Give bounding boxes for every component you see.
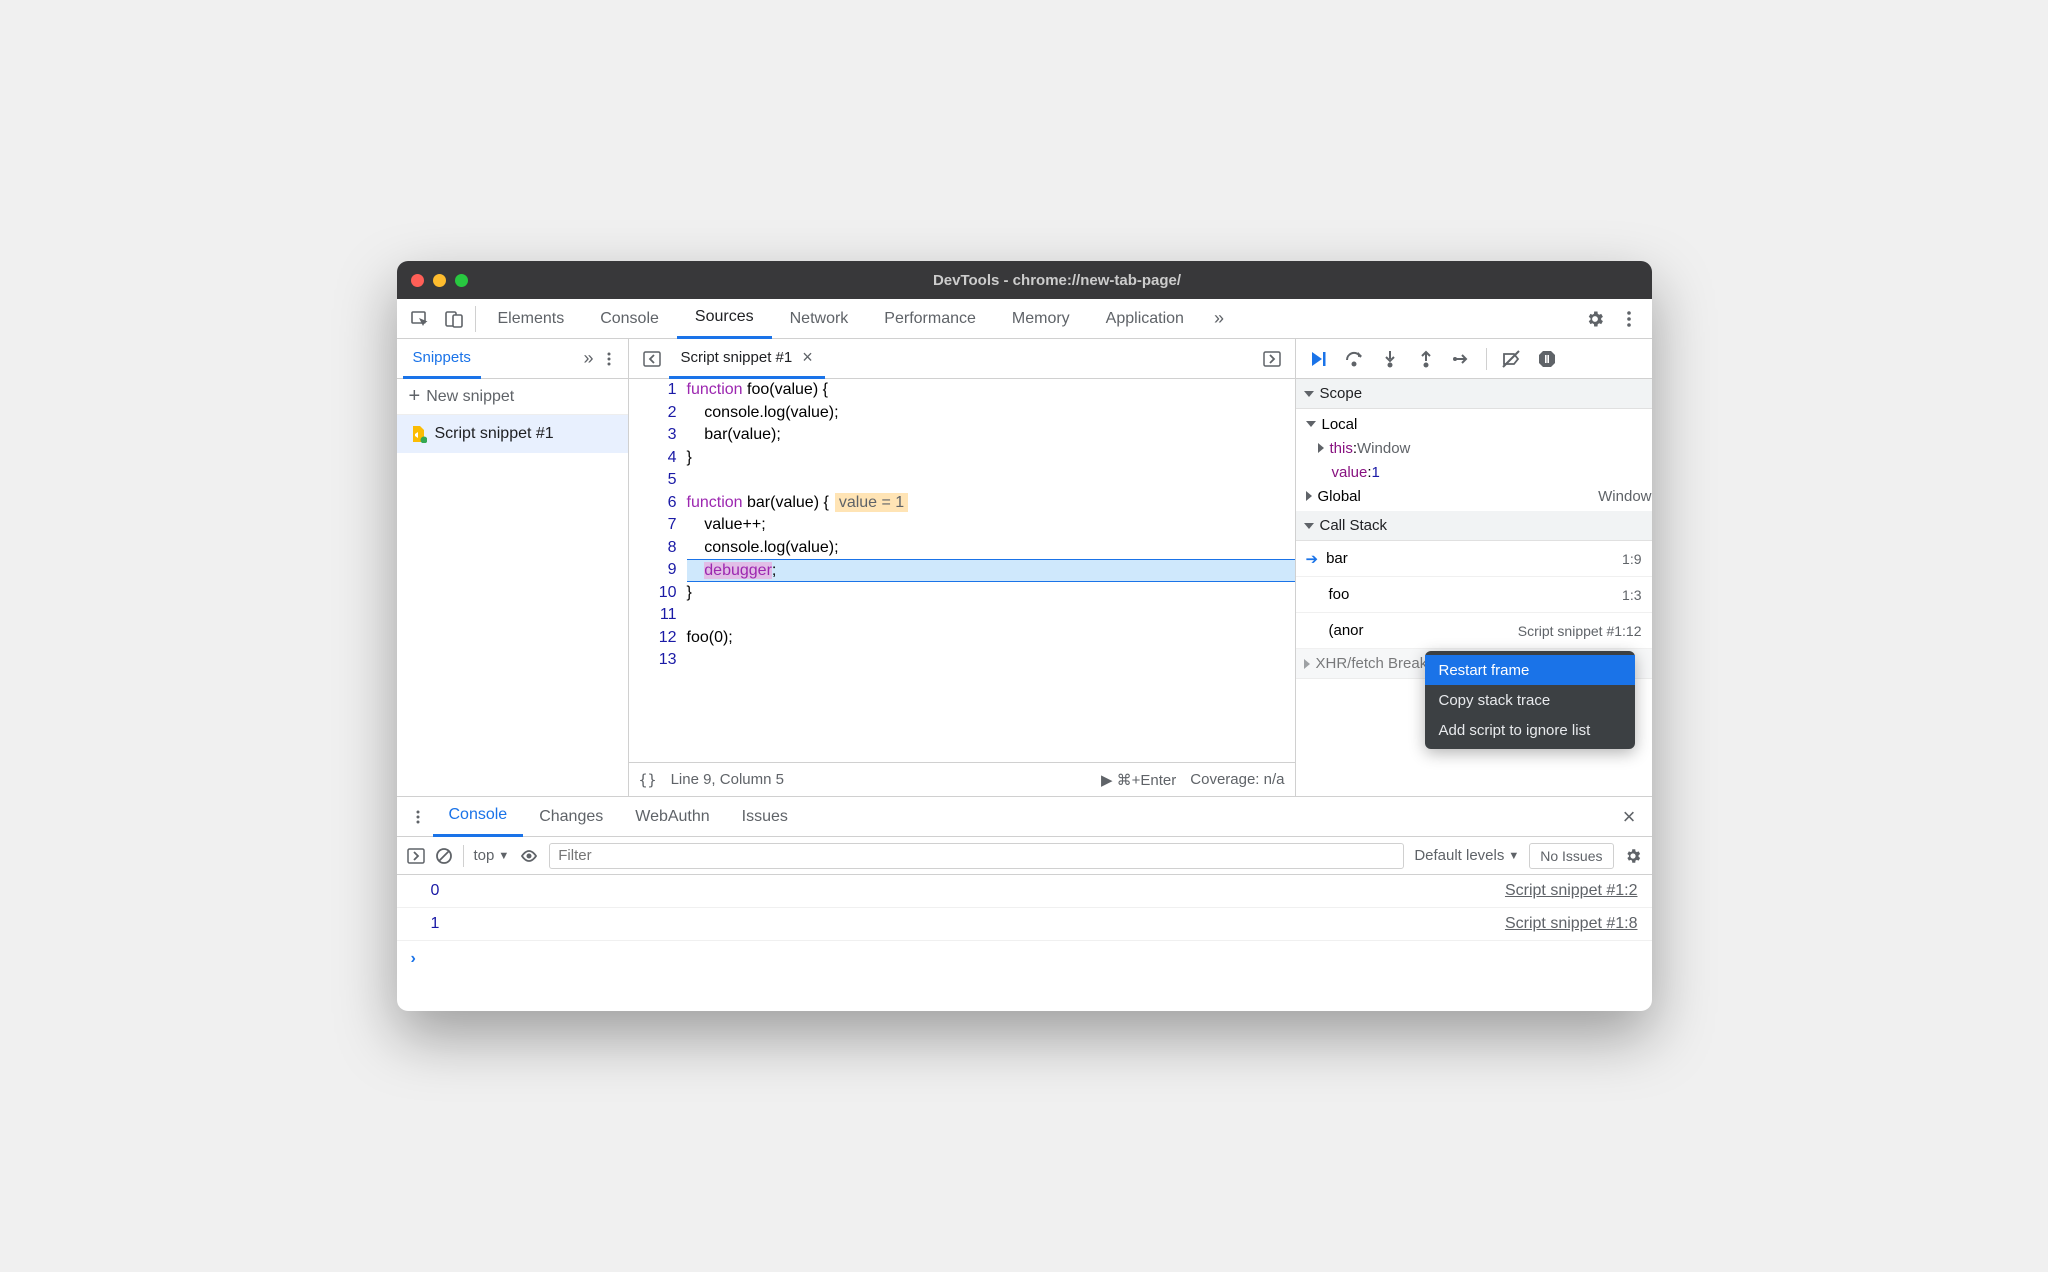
stack-frame-foo[interactable]: foo1:3 [1296,577,1652,613]
inline-value-badge: value = 1 [835,493,908,512]
main-tab-bar: Elements Console Sources Network Perform… [397,299,1652,339]
scope-this[interactable]: this: Window [1296,436,1652,460]
drawer-tab-changes[interactable]: Changes [523,797,619,837]
ctx-restart-frame[interactable]: Restart frame [1425,655,1635,685]
inspect-element-icon[interactable] [403,299,437,339]
pause-on-exceptions-button[interactable] [1533,345,1561,373]
code-body: function foo(value) { console.log(value)… [687,379,1295,762]
console-prompt[interactable]: › [397,941,1652,977]
console-settings-gear-icon[interactable] [1624,847,1642,865]
callstack-list: ➔ bar1:9 foo1:3 (anorScript snippet #1:1… [1296,541,1652,649]
snippet-file-icon [409,425,427,443]
more-tabs-chevron-icon[interactable]: » [1202,299,1236,339]
console-filter-input[interactable] [549,843,1404,869]
console-output: 0 Script snippet #1:2 1 Script snippet #… [397,875,1652,1011]
coverage-label: Coverage: n/a [1190,771,1284,788]
navigator-panel: Snippets » + New snippet Script snippet … [397,339,629,796]
console-context-selector[interactable]: top ▼ [474,847,510,864]
device-toolbar-icon[interactable] [437,299,471,339]
issues-button[interactable]: No Issues [1529,843,1613,869]
ctx-add-ignore-list[interactable]: Add script to ignore list [1425,715,1635,745]
debugger-toolbar [1296,339,1652,379]
window-title: DevTools - chrome://new-tab-page/ [477,272,1638,289]
minimize-window-button[interactable] [433,274,446,287]
code-editor[interactable]: 12345678910111213 function foo(value) { … [629,379,1295,762]
drawer-tab-bar: Console Changes WebAuthn Issues × [397,797,1652,837]
navigator-kebab-icon[interactable] [602,352,616,366]
tab-sources[interactable]: Sources [677,299,772,339]
tab-memory[interactable]: Memory [994,299,1088,339]
tab-elements[interactable]: Elements [480,299,583,339]
resume-button[interactable] [1304,345,1332,373]
kebab-menu-icon[interactable] [1612,299,1646,339]
scope-local[interactable]: Local [1296,412,1652,436]
drawer-tab-webauthn[interactable]: WebAuthn [619,797,725,837]
clear-console-icon[interactable] [435,847,453,865]
step-into-button[interactable] [1376,345,1404,373]
line-gutter: 12345678910111213 [629,379,687,762]
new-snippet-button[interactable]: + New snippet [397,379,628,415]
tab-application[interactable]: Application [1088,299,1202,339]
step-button[interactable] [1448,345,1476,373]
scope-global[interactable]: GlobalWindow [1296,484,1652,508]
stack-frame-bar[interactable]: ➔ bar1:9 [1296,541,1652,577]
current-frame-arrow-icon: ➔ [1306,550,1319,568]
stack-frame-anonymous[interactable]: (anorScript snippet #1:12 [1296,613,1652,649]
scope-tree: Local this: Window value: 1 GlobalWindow [1296,409,1652,511]
step-over-button[interactable] [1340,345,1368,373]
step-out-button[interactable] [1412,345,1440,373]
drawer-kebab-icon[interactable] [403,810,433,824]
console-source-link[interactable]: Script snippet #1:8 [1505,910,1638,938]
file-item-snippet-1[interactable]: Script snippet #1 [397,415,628,453]
console-toolbar: top ▼ Default levels ▼ No Issues [397,837,1652,875]
close-drawer-icon[interactable]: × [1613,804,1646,830]
editor-tab-bar: Script snippet #1 × [629,339,1295,379]
console-log-row[interactable]: 1 Script snippet #1:8 [397,908,1652,941]
close-window-button[interactable] [411,274,424,287]
current-execution-line: debugger; [687,559,1295,582]
tab-network[interactable]: Network [772,299,867,339]
scope-value[interactable]: value: 1 [1296,460,1652,484]
zoom-window-button[interactable] [455,274,468,287]
settings-gear-icon[interactable] [1578,299,1612,339]
deactivate-breakpoints-button[interactable] [1497,345,1525,373]
show-navigator-icon[interactable] [635,339,669,379]
editor-status-bar: {} Line 9, Column 5 ▶ ⌘+Enter Coverage: … [629,762,1295,796]
close-tab-icon[interactable]: × [802,347,813,368]
ctx-copy-stack-trace[interactable]: Copy stack trace [1425,685,1635,715]
drawer-tab-issues[interactable]: Issues [726,797,804,837]
console-levels-dropdown[interactable]: Default levels ▼ [1414,847,1519,864]
cursor-position: Line 9, Column 5 [671,771,784,788]
navigator-more-chevron-icon[interactable]: » [583,348,593,369]
tab-console[interactable]: Console [582,299,677,339]
devtools-window: DevTools - chrome://new-tab-page/ Elemen… [397,261,1652,1011]
callstack-section-header[interactable]: Call Stack [1296,511,1652,541]
tab-performance[interactable]: Performance [866,299,994,339]
editor-tab-snippet-1[interactable]: Script snippet #1 × [669,339,825,379]
run-snippet-button[interactable]: ▶ ⌘+Enter [1101,771,1176,789]
context-menu: Restart frame Copy stack trace Add scrip… [1425,651,1635,749]
console-sidebar-toggle-icon[interactable] [407,848,425,864]
scope-section-header[interactable]: Scope [1296,379,1652,409]
navigator-tab-snippets[interactable]: Snippets [403,339,481,379]
drawer-tab-console[interactable]: Console [433,797,524,837]
drawer-panel: Console Changes WebAuthn Issues × top ▼ … [397,796,1652,1011]
navigator-tab-bar: Snippets » [397,339,628,379]
titlebar: DevTools - chrome://new-tab-page/ [397,261,1652,299]
live-expression-icon[interactable] [519,849,539,863]
show-debugger-icon[interactable] [1255,339,1289,379]
pretty-print-icon[interactable]: {} [639,771,657,789]
editor-panel: Script snippet #1 × 12345678910111213 fu… [629,339,1296,796]
console-log-row[interactable]: 0 Script snippet #1:2 [397,875,1652,908]
console-source-link[interactable]: Script snippet #1:2 [1505,877,1638,905]
